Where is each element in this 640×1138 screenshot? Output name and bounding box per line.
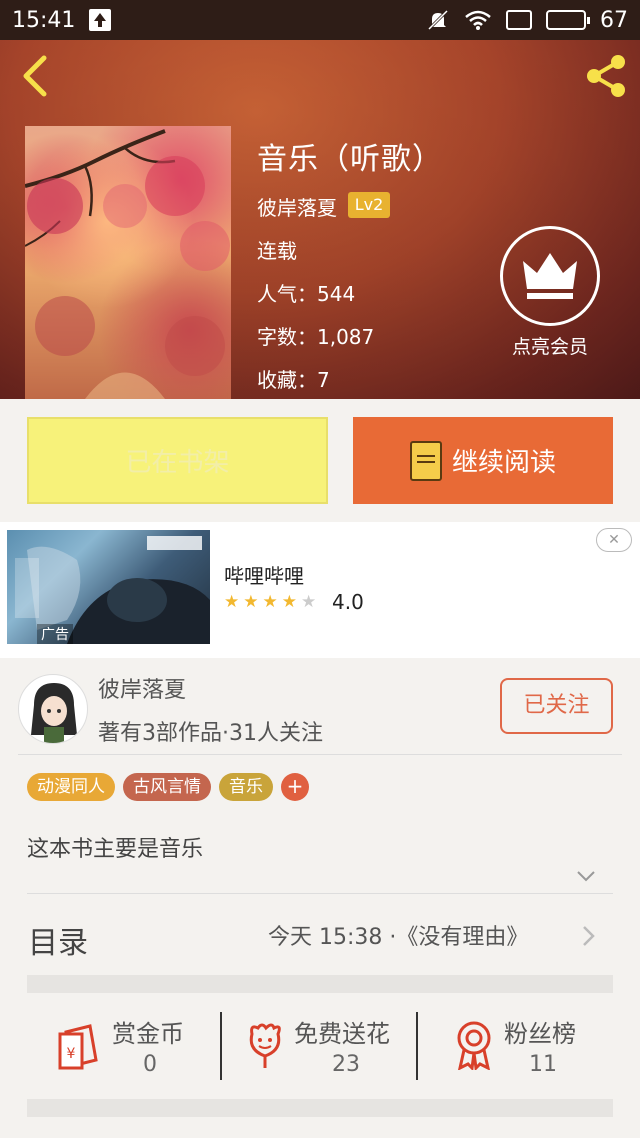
stat-value: 11 — [529, 1052, 557, 1077]
author-meta: 著有3部作品·31人关注 — [98, 721, 323, 746]
tag-item[interactable]: 古风言情 — [123, 773, 211, 801]
add-tag-button[interactable]: + — [281, 773, 309, 801]
toc-latest-time: 今天 15:38 · — [268, 925, 397, 950]
author-avatar[interactable] — [18, 674, 88, 744]
author-level-badge: Lv2 — [348, 192, 390, 218]
continue-reading-label: 继续阅读 — [451, 448, 556, 478]
flower-icon — [249, 1023, 281, 1068]
star-icon: ★ — [243, 592, 259, 612]
toc-label[interactable]: 目录 — [28, 918, 88, 962]
status-time: 15:41 — [12, 7, 76, 33]
continue-reading-button[interactable]: 继续阅读 — [353, 417, 613, 504]
battery-percent: 67 — [600, 7, 628, 33]
ad-app-name[interactable]: 哔哩哔哩 — [224, 560, 304, 589]
ad-tag: 广告 — [37, 624, 73, 644]
tag-item[interactable]: 动漫同人 — [27, 773, 115, 801]
svg-text:¥: ¥ — [67, 1046, 76, 1062]
reward-coins-button[interactable]: ¥ 赏金币 0 — [58, 1012, 218, 1082]
toc-latest-chapter[interactable]: 今天 15:38 · 《没有理由》 — [268, 919, 528, 951]
mute-icon — [427, 9, 449, 31]
ad-image[interactable]: 广告 — [7, 530, 210, 644]
status-bar: 15:41 67 — [0, 0, 640, 40]
toc-latest-title: 《没有理由》 — [396, 925, 529, 950]
chevron-right-icon[interactable] — [578, 924, 598, 948]
red-envelope-icon: ¥ — [58, 1024, 98, 1070]
shelf-button-label: 已在书架 — [125, 448, 230, 478]
star-icon: ★ — [262, 592, 278, 612]
medal-icon — [457, 1021, 491, 1070]
book-title: 音乐（听歌） — [257, 142, 443, 177]
stat-label: 免费送花 — [294, 1020, 390, 1048]
section-divider — [27, 1099, 613, 1117]
send-flower-button[interactable]: 免费送花 23 — [242, 1012, 412, 1082]
vip-button[interactable] — [500, 226, 600, 326]
stat-value: 0 — [143, 1052, 157, 1077]
book-header: 音乐（听歌） 彼岸落夏 Lv2 连载 人气：544 字数：1,087 收藏：7 … — [0, 40, 640, 399]
star-icon: ★ — [224, 592, 240, 612]
crown-icon — [523, 253, 577, 299]
book-popularity: 人气：544 — [257, 282, 356, 306]
shelf-button[interactable]: 已在书架 — [27, 417, 328, 504]
book-cover[interactable] — [25, 126, 231, 399]
divider — [416, 1012, 418, 1080]
ad-close-button[interactable]: ✕ — [596, 528, 632, 552]
ad-rating-value: 4.0 — [332, 590, 364, 614]
back-button[interactable] — [18, 54, 58, 98]
book-status: 连载 — [257, 239, 297, 263]
book-summary: 这本书主要是音乐 — [27, 837, 204, 862]
tag-list: 动漫同人 古风言情 音乐 + — [27, 773, 309, 801]
stat-label: 粉丝榜 — [504, 1020, 576, 1048]
fan-ranking-button[interactable]: 粉丝榜 11 — [452, 1012, 592, 1082]
book-favorites: 收藏：7 — [257, 368, 330, 392]
share-icon[interactable] — [582, 52, 630, 100]
section-divider — [27, 975, 613, 993]
ad-star-rating: ★ ★ ★ ★ ★ — [224, 594, 316, 611]
upload-icon — [89, 9, 112, 31]
stat-value: 23 — [332, 1052, 360, 1077]
wifi-icon — [465, 10, 491, 30]
divider — [27, 893, 613, 894]
book-author[interactable]: 彼岸落夏 — [257, 192, 337, 221]
cover-artwork — [25, 129, 230, 399]
chevron-down-icon[interactable] — [576, 866, 596, 886]
stat-label: 赏金币 — [112, 1020, 184, 1048]
follow-button[interactable]: 已关注 — [500, 678, 613, 734]
divider — [18, 754, 622, 755]
avatar-image — [31, 683, 77, 743]
divider — [220, 1012, 222, 1080]
battery-icon — [546, 10, 590, 30]
star-icon: ★ — [281, 592, 297, 612]
book-word-count: 字数：1,087 — [257, 325, 375, 349]
tag-item[interactable]: 音乐 — [219, 773, 273, 801]
book-icon — [409, 440, 442, 481]
screen-icon — [506, 10, 532, 30]
ad-banner[interactable]: 广告 哔哩哔哩 ★ ★ ★ ★ ★ 4.0 ✕ — [0, 522, 640, 658]
star-icon: ★ — [301, 592, 317, 612]
author-card[interactable]: 彼岸落夏 著有3部作品·31人关注 已关注 — [0, 660, 640, 755]
vip-label[interactable]: 点亮会员 — [500, 332, 600, 359]
author-name[interactable]: 彼岸落夏 — [98, 672, 186, 704]
